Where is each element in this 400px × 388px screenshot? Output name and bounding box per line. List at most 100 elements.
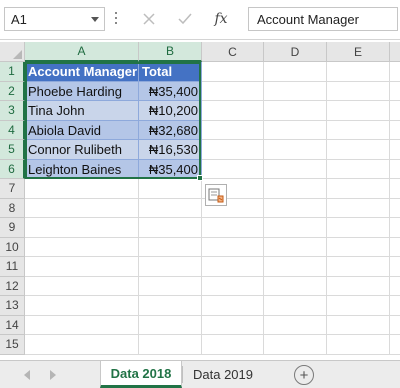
grid-cell[interactable]: [25, 257, 139, 277]
grid-cell[interactable]: [264, 257, 327, 277]
row-header-1[interactable]: 1: [0, 62, 25, 82]
grid-cell[interactable]: [202, 296, 264, 316]
grid-cell[interactable]: [202, 237, 264, 257]
grid-cell[interactable]: [264, 335, 327, 355]
grid-cell[interactable]: [327, 296, 390, 316]
grid-cell[interactable]: [390, 277, 400, 296]
grid-cell[interactable]: [139, 218, 202, 238]
table-cell-total[interactable]: ₦35,400: [139, 81, 202, 101]
row-header-13[interactable]: 13: [0, 296, 25, 316]
grid-cell[interactable]: [202, 120, 264, 140]
grid-cell[interactable]: [202, 140, 264, 160]
fill-handle[interactable]: [197, 175, 203, 181]
sheet-tab-data-2018[interactable]: Data 2018: [100, 361, 182, 388]
table-cell-manager[interactable]: Abiola David: [25, 120, 139, 140]
name-box[interactable]: A1: [4, 7, 105, 31]
row-header-15[interactable]: 15: [0, 335, 25, 355]
grid-cell[interactable]: [264, 159, 327, 179]
grid-cell[interactable]: [25, 218, 139, 238]
column-header-d[interactable]: D: [264, 42, 327, 62]
grid-cell[interactable]: [327, 101, 390, 121]
row-header-12[interactable]: 12: [0, 276, 25, 296]
grid-cell[interactable]: [264, 276, 327, 296]
formula-input[interactable]: Account Manager: [248, 7, 398, 31]
select-all-button[interactable]: [0, 42, 25, 62]
grid-cell[interactable]: [202, 335, 264, 355]
grid-cell[interactable]: [390, 238, 400, 257]
grid-cell[interactable]: [390, 199, 400, 218]
table-cell-total[interactable]: ₦10,200: [139, 101, 202, 121]
grid-cell[interactable]: [139, 257, 202, 277]
table-cell-total[interactable]: ₦35,400: [139, 159, 202, 179]
row-header-6[interactable]: 6: [0, 159, 25, 179]
grid-cell[interactable]: [202, 218, 264, 238]
grid-cell[interactable]: [390, 296, 400, 316]
worksheet-grid[interactable]: A B C D E 1 2 3 4 5 6 7 8 9 10 11 12 13 …: [0, 42, 400, 360]
grid-cell[interactable]: [202, 257, 264, 277]
row-header-14[interactable]: 14: [0, 315, 25, 335]
grid-cell[interactable]: [327, 276, 390, 296]
column-header-c[interactable]: C: [202, 42, 264, 62]
table-cell-manager[interactable]: Connor Rulibeth: [25, 140, 139, 160]
row-header-5[interactable]: 5: [0, 140, 25, 160]
grid-cell[interactable]: [25, 179, 139, 199]
grid-cell[interactable]: [327, 218, 390, 238]
grid-cell[interactable]: [327, 81, 390, 101]
grid-cell[interactable]: [25, 335, 139, 355]
grid-cell[interactable]: [25, 237, 139, 257]
grid-cell[interactable]: [327, 62, 390, 82]
grid-cell[interactable]: [264, 179, 327, 199]
grid-cell[interactable]: [264, 62, 327, 82]
grid-cell[interactable]: [202, 159, 264, 179]
row-header-9[interactable]: 9: [0, 218, 25, 238]
grid-cell[interactable]: [327, 315, 390, 335]
grid-cell[interactable]: [327, 335, 390, 355]
table-cell-manager[interactable]: Tina John: [25, 101, 139, 121]
grid-cell[interactable]: [25, 315, 139, 335]
grid-cell[interactable]: [264, 296, 327, 316]
add-sheet-button[interactable]: +: [294, 365, 314, 385]
quick-analysis-button[interactable]: [205, 184, 227, 206]
grid-cell[interactable]: [25, 276, 139, 296]
grid-cell[interactable]: [202, 101, 264, 121]
cancel-button[interactable]: [134, 4, 164, 34]
grid-cell[interactable]: [327, 179, 390, 199]
grid-cell[interactable]: [264, 140, 327, 160]
row-header-7[interactable]: 7: [0, 179, 25, 199]
grid-cell[interactable]: [390, 179, 400, 199]
grid-cell[interactable]: [202, 276, 264, 296]
chevron-down-icon[interactable]: [91, 17, 99, 22]
grid-cell[interactable]: [327, 198, 390, 218]
grid-cell[interactable]: [264, 315, 327, 335]
grid-cell[interactable]: [390, 257, 400, 277]
grid-cell[interactable]: [139, 276, 202, 296]
grid-cell[interactable]: [264, 198, 327, 218]
grid-cell[interactable]: [390, 335, 400, 355]
grid-cell[interactable]: [327, 159, 390, 179]
row-header-8[interactable]: 8: [0, 198, 25, 218]
grid-cell[interactable]: [327, 120, 390, 140]
table-cell-manager[interactable]: Phoebe Harding: [25, 81, 139, 101]
grid-cell[interactable]: [390, 121, 400, 140]
insert-function-button[interactable]: fx: [206, 4, 236, 34]
table-header-total[interactable]: Total: [139, 62, 202, 82]
grid-cell[interactable]: [139, 179, 202, 199]
grid-cell[interactable]: [202, 62, 264, 82]
grid-cell[interactable]: [390, 316, 400, 335]
grid-cell[interactable]: [327, 257, 390, 277]
table-header-account-manager[interactable]: Account Manager: [25, 62, 139, 82]
grid-cell[interactable]: [390, 82, 400, 101]
grid-cell[interactable]: [139, 335, 202, 355]
grid-cell[interactable]: [264, 237, 327, 257]
table-cell-total[interactable]: ₦32,680: [139, 120, 202, 140]
grid-cell[interactable]: [202, 315, 264, 335]
row-header-2[interactable]: 2: [0, 81, 25, 101]
grid-cell[interactable]: [139, 296, 202, 316]
row-header-11[interactable]: 11: [0, 257, 25, 277]
grid-cell[interactable]: [390, 160, 400, 179]
grid-cell[interactable]: [25, 296, 139, 316]
row-header-4[interactable]: 4: [0, 120, 25, 140]
grid-cell[interactable]: [390, 218, 400, 238]
table-cell-total[interactable]: ₦16,530: [139, 140, 202, 160]
grid-cell[interactable]: [264, 120, 327, 140]
